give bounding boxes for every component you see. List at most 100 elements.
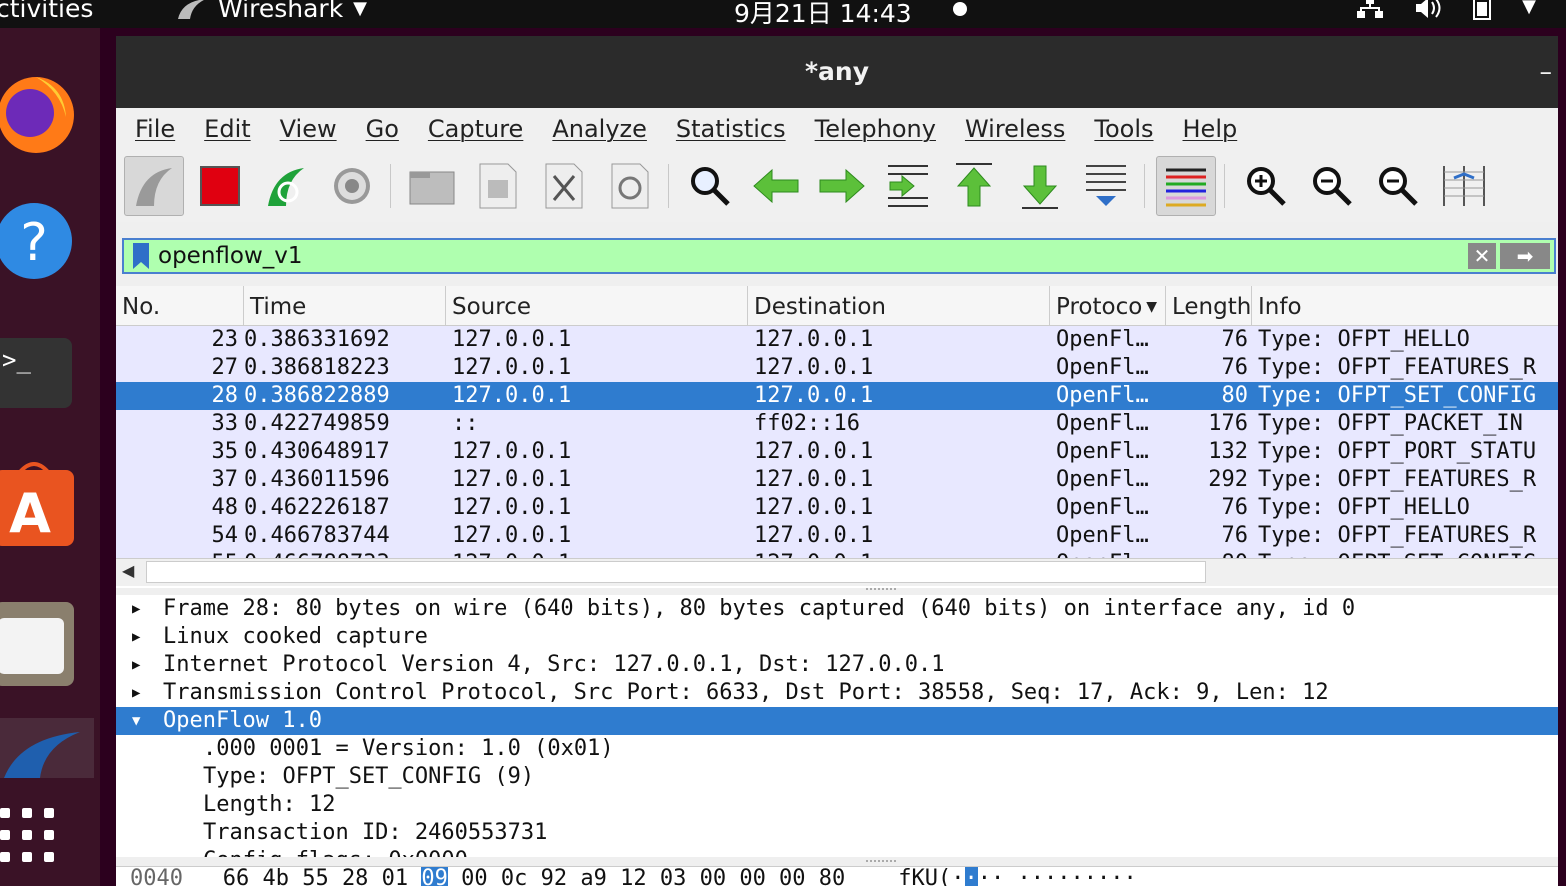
menu-go[interactable]: Go: [366, 115, 399, 143]
packet-row[interactable]: 48 0.462226187 127.0.0.1 127.0.0.1 OpenF…: [116, 494, 1558, 522]
menu-statistics[interactable]: Statistics: [676, 115, 786, 143]
app-menu[interactable]: Wireshark ▼: [176, 0, 367, 23]
reload-file-button[interactable]: [600, 156, 660, 216]
clear-filter-button[interactable]: ✕: [1468, 243, 1496, 269]
restart-capture-button[interactable]: [256, 156, 316, 216]
column-info[interactable]: Info: [1252, 286, 1558, 325]
detail-row[interactable]: ▶ Transmission Control Protocol, Src Port…: [116, 679, 1558, 707]
activities-button[interactable]: ctivities: [0, 0, 93, 23]
apps-grid-icon[interactable]: [0, 806, 60, 866]
column-length[interactable]: Length: [1166, 286, 1252, 325]
menu-help[interactable]: Help: [1183, 115, 1238, 143]
detail-child-row[interactable]: Length: 12: [116, 791, 1558, 819]
menu-capture[interactable]: Capture: [428, 115, 523, 143]
detail-row[interactable]: ▶ Internet Protocol Version 4, Src: 127.0…: [116, 651, 1558, 679]
menu-tools[interactable]: Tools: [1094, 115, 1153, 143]
expand-arrow-icon[interactable]: ▶: [132, 623, 140, 651]
terminal-icon[interactable]: >_: [0, 336, 76, 410]
packet-row[interactable]: 37 0.436011596 127.0.0.1 127.0.0.1 OpenF…: [116, 466, 1558, 494]
detail-child-row[interactable]: Transaction ID: 2460553731: [116, 819, 1558, 847]
packet-info: Type: OFPT_PACKET_IN: [1258, 411, 1523, 436]
bytes-offset: 0040: [130, 866, 183, 886]
zoom-normal-button[interactable]: [1368, 156, 1428, 216]
packet-source: 127.0.0.1: [452, 439, 572, 464]
detail-row[interactable]: ▶ Frame 28: 80 bytes on wire (640 bits), …: [116, 595, 1558, 623]
bytes-ascii[interactable]: fKU(·: [898, 867, 964, 886]
help-icon[interactable]: ?: [0, 196, 76, 286]
packet-source: 127.0.0.1: [452, 523, 572, 548]
packet-row[interactable]: 23 0.386331692 127.0.0.1 127.0.0.1 OpenF…: [116, 326, 1558, 354]
menu-edit[interactable]: Edit: [204, 115, 250, 143]
packet-row[interactable]: 33 0.422749859 :: ff02::16 OpenFl… 176 T…: [116, 410, 1558, 438]
reload-icon: [611, 163, 649, 209]
save-file-button[interactable]: [468, 156, 528, 216]
files-icon[interactable]: [0, 598, 76, 690]
go-first-button[interactable]: [944, 156, 1004, 216]
app-name: Wireshark: [218, 0, 344, 23]
packet-no: 37: [211, 467, 239, 492]
detail-row-selected[interactable]: ▼ OpenFlow 1.0: [116, 707, 1558, 735]
bytes-hex[interactable]: 00 0c 92 a9 12 03 00 00 00 80: [461, 867, 845, 886]
stop-capture-button[interactable]: [190, 156, 250, 216]
packet-row[interactable]: 54 0.466783744 127.0.0.1 127.0.0.1 OpenF…: [116, 522, 1558, 550]
packet-row[interactable]: 35 0.430648917 127.0.0.1 127.0.0.1 OpenF…: [116, 438, 1558, 466]
software-icon[interactable]: A: [0, 460, 76, 550]
bytes-ascii[interactable]: ·· ·········: [978, 867, 1137, 886]
go-back-button[interactable]: [746, 156, 806, 216]
autoscroll-button[interactable]: [1076, 156, 1136, 216]
column-source[interactable]: Source: [446, 286, 748, 325]
go-to-packet-button[interactable]: [878, 156, 938, 216]
expand-arrow-icon[interactable]: ▶: [132, 679, 140, 707]
menu-file[interactable]: File: [135, 115, 175, 143]
window-titlebar[interactable]: *any –: [116, 36, 1558, 108]
collapse-arrow-icon[interactable]: ▼: [132, 707, 140, 735]
bytes-hex[interactable]: 66 4b 55 28 01: [223, 867, 408, 886]
capture-options-button[interactable]: [322, 156, 382, 216]
column-time[interactable]: Time: [244, 286, 446, 325]
horizontal-scrollbar[interactable]: ◀: [116, 558, 1558, 586]
detail-row[interactable]: ▶ Linux cooked capture: [116, 623, 1558, 651]
apply-filter-button[interactable]: ➡: [1500, 243, 1550, 269]
packet-row[interactable]: 27 0.386818223 127.0.0.1 127.0.0.1 OpenF…: [116, 354, 1558, 382]
zoom-in-button[interactable]: [1236, 156, 1296, 216]
packet-source: 127.0.0.1: [452, 467, 572, 492]
scrollbar-thumb[interactable]: [146, 561, 1206, 583]
start-capture-button[interactable]: [124, 156, 184, 216]
menu-analyze[interactable]: Analyze: [552, 115, 647, 143]
zoom-out-button[interactable]: [1302, 156, 1362, 216]
detail-text: .000 0001 = Version: 1.0 (0x01): [203, 736, 614, 761]
go-last-button[interactable]: [1010, 156, 1070, 216]
column-protocol[interactable]: Protoco ▼: [1050, 286, 1166, 325]
column-destination[interactable]: Destination: [748, 286, 1050, 325]
open-file-button[interactable]: [402, 156, 462, 216]
find-packet-button[interactable]: [680, 156, 740, 216]
expand-arrow-icon[interactable]: ▶: [132, 595, 140, 623]
detail-child-row[interactable]: Type: OFPT_SET_CONFIG (9): [116, 763, 1558, 791]
minimize-button[interactable]: –: [1540, 36, 1553, 108]
wireshark-icon[interactable]: [0, 718, 94, 778]
menu-view[interactable]: View: [280, 115, 337, 143]
chevron-down-icon: ▼: [1522, 0, 1536, 17]
colorize-button[interactable]: [1156, 156, 1216, 216]
resize-columns-button[interactable]: [1434, 156, 1494, 216]
expand-arrow-icon[interactable]: ▶: [132, 651, 140, 679]
detail-child-row[interactable]: .000 0001 = Version: 1.0 (0x01): [116, 735, 1558, 763]
pane-splitter[interactable]: [866, 588, 896, 592]
resize-columns-icon: [1443, 166, 1485, 206]
column-no[interactable]: No.: [116, 286, 244, 325]
system-tray[interactable]: ▼: [1356, 0, 1536, 20]
bookmark-icon[interactable]: [124, 240, 158, 272]
pane-splitter[interactable]: [866, 860, 896, 864]
bytes-ascii-highlight[interactable]: ·: [964, 867, 978, 886]
go-forward-button[interactable]: [812, 156, 872, 216]
menu-wireless[interactable]: Wireless: [965, 115, 1065, 143]
bytes-hex-highlight[interactable]: 09: [421, 867, 448, 886]
menu-telephony[interactable]: Telephony: [815, 115, 936, 143]
scroll-left-icon[interactable]: ◀: [122, 561, 134, 580]
detail-child-row[interactable]: Config flags: 0x0000: [116, 847, 1558, 857]
display-filter-input[interactable]: [158, 243, 1468, 269]
clock[interactable]: 9月21日 14:43: [734, 0, 912, 30]
packet-row-selected[interactable]: 28 0.386822889 127.0.0.1 127.0.0.1 OpenF…: [116, 382, 1558, 410]
close-file-button[interactable]: [534, 156, 594, 216]
firefox-icon[interactable]: [0, 58, 80, 168]
